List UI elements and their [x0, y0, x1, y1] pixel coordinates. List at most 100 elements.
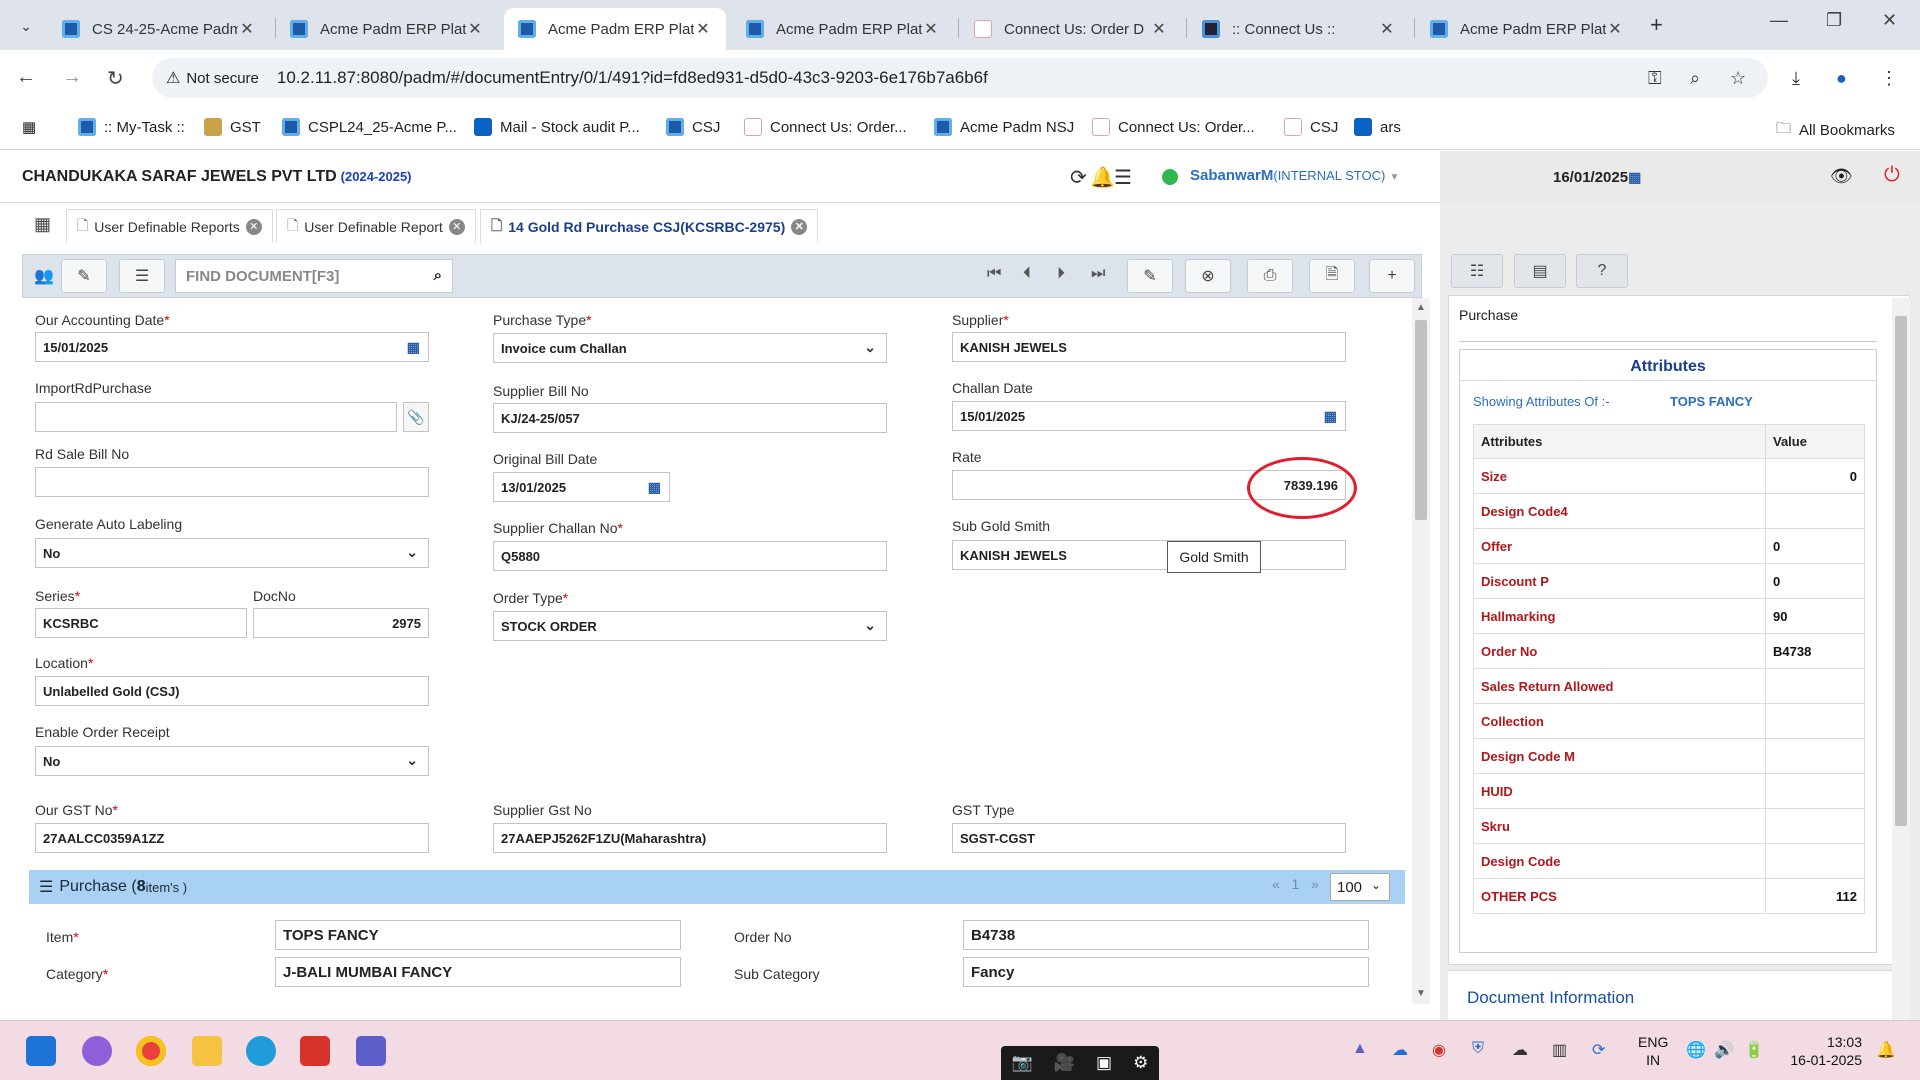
- close-tab-icon[interactable]: ✕: [238, 19, 256, 39]
- purchase-section-header[interactable]: ☰ Purchase ( 8 item's ): [29, 870, 1405, 904]
- bookmark-item[interactable]: CSPL24_25-Acme P...: [282, 118, 457, 136]
- sync-icon[interactable]: ⟳: [1592, 1040, 1605, 1060]
- chrome-icon[interactable]: [136, 1036, 166, 1066]
- apps-grid-icon[interactable]: ▦: [22, 118, 36, 136]
- bookmark-item[interactable]: ars: [1354, 118, 1401, 136]
- accounting-date-field[interactable]: 15/01/2025 ▦: [35, 332, 429, 362]
- close-window-icon[interactable]: ✕: [1882, 10, 1897, 31]
- close-tab-icon[interactable]: ✕: [1378, 19, 1396, 39]
- scroll-thumb[interactable]: [1895, 316, 1907, 826]
- close-tab-icon[interactable]: ✕: [694, 19, 712, 39]
- location-field[interactable]: Unlabelled Gold (CSJ): [35, 676, 429, 706]
- table-row[interactable]: Size 0: [1473, 458, 1865, 494]
- pencil-icon[interactable]: ✎: [1127, 259, 1173, 293]
- supplier-bill-field[interactable]: KJ/24-25/057: [493, 403, 887, 433]
- shield-icon[interactable]: ⛨: [1472, 1040, 1484, 1058]
- rd-sale-bill-field[interactable]: [35, 467, 429, 497]
- table-row[interactable]: Order No B4738: [1473, 633, 1865, 669]
- bookmark-item[interactable]: Acme Padm NSJ: [934, 118, 1074, 136]
- table-row[interactable]: Skru: [1473, 808, 1865, 844]
- bookmark-item[interactable]: Mail - Stock audit P...: [474, 118, 640, 136]
- panel-scrollbar[interactable]: [1892, 298, 1910, 1038]
- app-grid-icon[interactable]: ▦: [34, 214, 51, 235]
- browser-tab[interactable]: CS 24-25-Acme Padm ✕: [48, 8, 270, 50]
- tally-icon[interactable]: ▥: [1552, 1040, 1567, 1060]
- bookmark-item[interactable]: CSJ: [666, 118, 720, 136]
- gst-type-field[interactable]: SGST-CGST: [952, 823, 1346, 853]
- panel-book-icon[interactable]: ▤: [1514, 254, 1566, 288]
- item-field[interactable]: TOPS FANCY: [275, 920, 681, 950]
- scroll-thumb[interactable]: [1415, 320, 1427, 520]
- scroll-down-icon[interactable]: ▼: [1416, 988, 1426, 999]
- document-information-link[interactable]: Document Information: [1467, 988, 1634, 1008]
- reload-icon[interactable]: ↻: [107, 66, 124, 91]
- table-row[interactable]: Design Code M: [1473, 738, 1865, 774]
- order-no-field[interactable]: B4738: [963, 920, 1369, 950]
- previous-record-icon[interactable]: ⏴: [1023, 265, 1031, 283]
- list-menu-icon[interactable]: ☰: [1114, 165, 1132, 190]
- orig-bill-date-field[interactable]: 13/01/2025 ▦: [493, 472, 670, 502]
- bookmark-star-icon[interactable]: ☆: [1730, 68, 1746, 89]
- series-field[interactable]: KCSRBC: [35, 608, 247, 638]
- browser-tab[interactable]: Acme Padm ERP Platf ✕: [276, 8, 498, 50]
- supplier-gst-field[interactable]: 27AAEPJ5262F1ZU(Maharashtra): [493, 823, 887, 853]
- table-row[interactable]: HUID: [1473, 773, 1865, 809]
- address-bar[interactable]: ⚠ Not secure 10.2.11.87:8080/padm/#/docu…: [152, 58, 1768, 98]
- system-clock[interactable]: 13:03 16-01-2025: [1784, 1033, 1862, 1069]
- list-view-icon[interactable]: ☰: [119, 259, 165, 293]
- table-row[interactable]: Collection: [1473, 703, 1865, 739]
- teams-icon[interactable]: [356, 1036, 386, 1066]
- category-field[interactable]: J-BALI MUMBAI FANCY: [275, 957, 681, 987]
- help-question-icon[interactable]: ?: [1576, 254, 1628, 288]
- back-arrow-icon[interactable]: ←: [16, 66, 36, 89]
- supplier-challan-field[interactable]: Q5880: [493, 541, 887, 571]
- our-gst-field[interactable]: 27AALCC0359A1ZZ: [35, 823, 429, 853]
- per-page-select[interactable]: 100 ⌄: [1330, 873, 1390, 901]
- copilot-icon[interactable]: [82, 1036, 112, 1066]
- language-indicator[interactable]: ENG IN: [1638, 1033, 1668, 1069]
- panel-list-icon[interactable]: ☷: [1451, 254, 1503, 288]
- bookmark-item[interactable]: :: My-Task ::: [78, 118, 185, 136]
- table-row[interactable]: Discount P0: [1473, 563, 1865, 599]
- find-document-input[interactable]: FIND DOCUMENT[F3] ⌕: [175, 259, 453, 293]
- doc-tab[interactable]: 🗋 User Definable Reports ✕: [66, 209, 273, 243]
- teams-tray-icon[interactable]: ▲: [1352, 1040, 1368, 1058]
- sub-category-field[interactable]: Fancy: [963, 957, 1369, 987]
- power-logout-icon[interactable]: ⏻: [1884, 164, 1900, 187]
- close-tab-icon[interactable]: ✕: [922, 19, 940, 39]
- close-doc-tab-icon[interactable]: ✕: [245, 218, 262, 235]
- restore-icon[interactable]: ❐: [1826, 10, 1842, 31]
- purchase-type-select[interactable]: Invoice cum Challan ⌄: [493, 333, 887, 363]
- table-row[interactable]: OTHER PCS 112: [1473, 878, 1865, 914]
- calendar-icon[interactable]: ▦: [407, 339, 420, 356]
- bookmark-item[interactable]: Connect Us: Order...: [1092, 118, 1255, 136]
- close-doc-tab-icon[interactable]: ✕: [791, 218, 808, 235]
- tab-search-chevron-icon[interactable]: ⌄: [12, 12, 40, 40]
- window-capture-icon[interactable]: ▣: [1096, 1053, 1112, 1073]
- camera-icon[interactable]: 📷: [1012, 1053, 1033, 1073]
- browser-menu-icon[interactable]: ⋮: [1880, 68, 1898, 89]
- docno-field[interactable]: 2975: [253, 608, 429, 638]
- paperclip-icon[interactable]: 📎: [403, 402, 429, 432]
- table-row[interactable]: Offer 0: [1473, 528, 1865, 564]
- record-icon[interactable]: ◉: [1432, 1040, 1446, 1060]
- browser-tab[interactable]: :: Connect Us :: ✕: [1188, 8, 1410, 50]
- volume-icon[interactable]: 🔊: [1714, 1040, 1734, 1060]
- browser-tab[interactable]: Acme Padm ERP Platf ✕: [732, 8, 954, 50]
- calendar-icon[interactable]: ▦: [1324, 408, 1337, 425]
- next-record-icon[interactable]: ⏵: [1057, 265, 1065, 283]
- search-icon[interactable]: ⌕: [434, 267, 442, 284]
- minimize-icon[interactable]: —: [1770, 10, 1788, 31]
- table-row[interactable]: Sales Return Allowed: [1473, 668, 1865, 704]
- table-row[interactable]: Hallmarking 90: [1473, 598, 1865, 634]
- close-tab-icon[interactable]: ✕: [466, 19, 484, 39]
- browser-tab[interactable]: Connect Us: Order D ✕: [960, 8, 1182, 50]
- auto-labeling-select[interactable]: No ⌄: [35, 538, 429, 568]
- first-record-icon[interactable]: ⏮: [987, 265, 1001, 283]
- doc-tab-active[interactable]: 🗋 14 Gold Rd Purchase CSJ(KCSRBC-2975) ✕: [480, 209, 819, 243]
- zoom-icon[interactable]: ⌕: [1690, 68, 1700, 89]
- all-bookmarks[interactable]: 🗀 All Bookmarks: [1776, 118, 1895, 143]
- forward-arrow-icon[interactable]: →: [62, 66, 82, 89]
- scroll-up-icon[interactable]: ▲: [1416, 302, 1426, 313]
- edit-icon[interactable]: ✎: [61, 259, 107, 293]
